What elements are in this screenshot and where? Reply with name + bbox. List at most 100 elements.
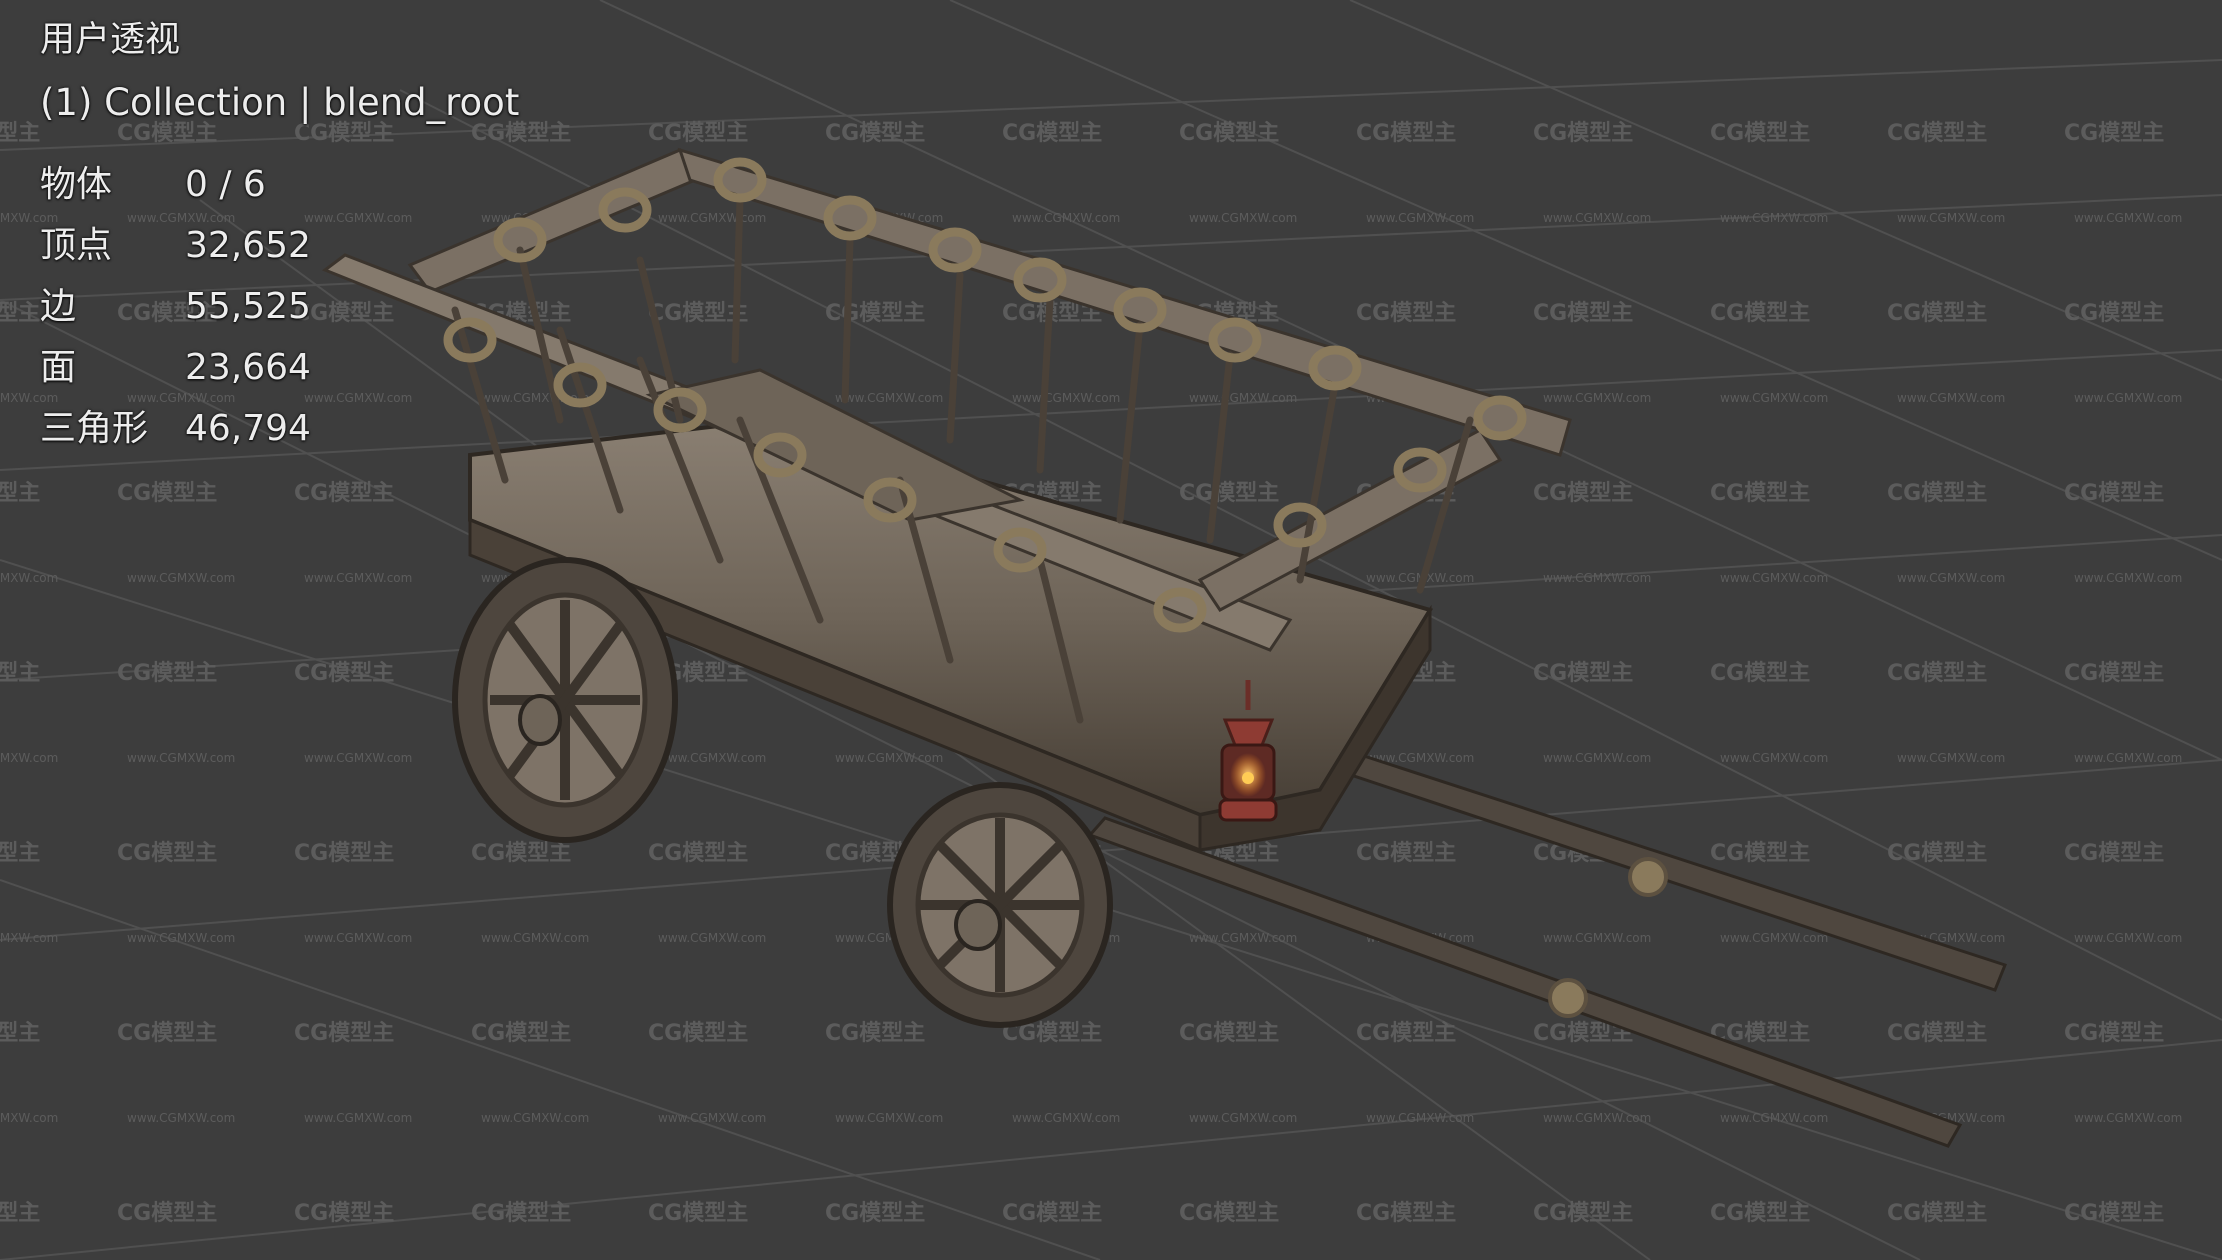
watermark-text: CG模型主 [825,1021,925,1046]
watermark-text: CG模型主 [0,1021,40,1046]
stat-row-vertices: 顶点 32,652 [40,215,519,276]
watermark-text: CG模型主 [117,661,217,686]
wooden-cart-model[interactable] [321,147,2007,1148]
watermark-text: CG模型主 [117,1201,217,1226]
watermark-url: www.CGMXW.com [0,1111,58,1125]
stat-label: 面 [40,347,77,388]
watermark-text: CG模型主 [117,481,217,506]
watermark-text: CG模型主 [1887,1021,1987,1046]
watermark-text: CG模型主 [2064,301,2164,326]
watermark-text: CG模型主 [1887,841,1987,866]
watermark-text: CG模型主 [0,661,40,686]
watermark-text: CG模型主 [825,121,925,146]
watermark-url: www.CGMXW.com [0,751,58,765]
watermark-url: www.CGMXW.com [1189,391,1297,405]
watermark-text: CG模型主 [294,1201,394,1226]
watermark-text: CG模型主 [1887,481,1987,506]
watermark-text: CG模型主 [0,301,40,326]
watermark-text: CG模型主 [1179,1201,1279,1226]
watermark-url: www.CGMXW.com [1012,391,1120,405]
watermark-url: www.CGMXW.com [1897,751,2005,765]
watermark-text: CG模型主 [294,841,394,866]
watermark-text: CG模型主 [1002,1201,1102,1226]
stat-row-triangles: 三角形 46,794 [40,398,519,459]
watermark-url: www.CGMXW.com [1012,1111,1120,1125]
watermark-url: www.CGMXW.com [2074,571,2182,585]
watermark-text: CG模型主 [2064,661,2164,686]
watermark-url: www.CGMXW.com [658,1111,766,1125]
watermark-text: CG模型主 [648,1021,748,1046]
watermark-url: www.CGMXW.com [835,751,943,765]
watermark-text: CG模型主 [1179,1021,1279,1046]
stat-label: 边 [40,286,77,327]
stat-row-objects: 物体 0 / 6 [40,154,519,215]
watermark-url: www.CGMXW.com [1012,211,1120,225]
watermark-text: CG模型主 [1710,841,1810,866]
watermark-url: www.CGMXW.com [1543,391,1651,405]
watermark-text: CG模型主 [1356,121,1456,146]
watermark-text: CG模型主 [0,481,40,506]
viewport-info-overlay: 用户透视 (1) Collection | blend_root 物体 0 / … [40,18,519,459]
watermark-text: CG模型主 [294,481,394,506]
watermark-text: CG模型主 [1710,1201,1810,1226]
watermark-url: www.CGMXW.com [304,751,412,765]
watermark-text: CG模型主 [471,1021,571,1046]
watermark-text: CG模型主 [294,661,394,686]
watermark-text: CG模型主 [648,841,748,866]
watermark-text: CG模型主 [1710,301,1810,326]
watermark-url: www.CGMXW.com [1189,1111,1297,1125]
watermark-url: www.CGMXW.com [1720,571,1828,585]
watermark-url: www.CGMXW.com [127,931,235,945]
watermark-url: www.CGMXW.com [1189,211,1297,225]
watermark-url: www.CGMXW.com [127,1111,235,1125]
watermark-url: www.CGMXW.com [1366,1111,1474,1125]
watermark-text: CG模型主 [0,1201,40,1226]
watermark-url: www.CGMXW.com [835,1111,943,1125]
watermark-text: CG模型主 [1710,481,1810,506]
watermark-url: www.CGMXW.com [658,931,766,945]
watermark-text: CG模型主 [0,841,40,866]
watermark-url: www.CGMXW.com [1897,211,2005,225]
collection-label: (1) Collection | blend_root [40,81,520,124]
watermark-text: CG模型主 [1179,481,1279,506]
cart-shaft-lower [1087,816,1963,1148]
scene-statistics: 物体 0 / 6 顶点 32,652 边 55,525 面 23,664 三角形… [40,154,519,459]
watermark-text: CG模型主 [1887,1201,1987,1226]
watermark-url: www.CGMXW.com [835,391,943,405]
watermark-url: www.CGMXW.com [1543,751,1651,765]
watermark-url: www.CGMXW.com [0,571,58,585]
watermark-text: CG模型主 [2064,481,2164,506]
watermark-text: CG模型主 [1887,661,1987,686]
watermark-url: www.CGMXW.com [127,751,235,765]
watermark-url: www.CGMXW.com [127,571,235,585]
watermark-text: CG模型主 [471,1201,571,1226]
watermark-url: www.CGMXW.com [1720,1111,1828,1125]
watermark-url: www.CGMXW.com [1720,391,1828,405]
watermark-text: CG模型主 [117,841,217,866]
stat-value: 55,525 [185,286,311,327]
watermark-url: www.CGMXW.com [1543,571,1651,585]
stat-value: 0 / 6 [185,164,266,205]
watermark-text: CG模型主 [2064,841,2164,866]
watermark-text: CG模型主 [648,121,748,146]
stat-value: 32,652 [185,225,311,266]
watermark-url: www.CGMXW.com [304,571,412,585]
watermark-url: www.CGMXW.com [1897,391,2005,405]
watermark-url: www.CGMXW.com [481,1111,589,1125]
watermark-url: www.CGMXW.com [1720,931,1828,945]
3d-viewport[interactable]: CG模型主 www.CGMXW.com CG模型主 www.CGMXW.com CG模型… [0,0,2222,1260]
watermark-text: CG模型主 [1356,841,1456,866]
stat-label: 物体 [40,164,113,205]
watermark-text: CG模型主 [471,841,571,866]
watermark-text: CG模型主 [648,1201,748,1226]
watermark-text: CG模型主 [0,121,40,146]
watermark-url: www.CGMXW.com [2074,751,2182,765]
watermark-text: CG模型主 [1002,121,1102,146]
watermark-url: www.CGMXW.com [658,751,766,765]
watermark-text: CG模型主 [2064,1201,2164,1226]
watermark-text: CG模型主 [1887,301,1987,326]
view-name-label: 用户透视 [40,20,181,60]
watermark-url: www.CGMXW.com [304,1111,412,1125]
watermark-url: www.CGMXW.com [481,931,589,945]
watermark-url: www.CGMXW.com [1720,751,1828,765]
